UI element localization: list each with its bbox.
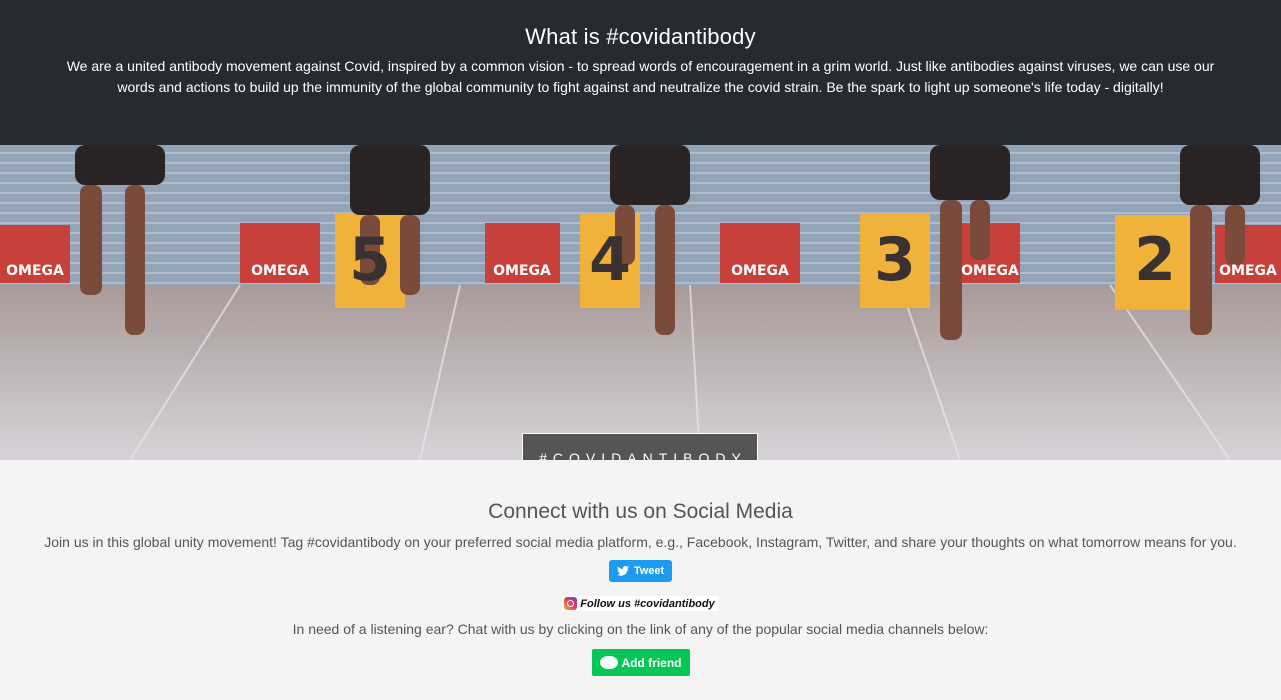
tweet-button[interactable]: Tweet xyxy=(608,560,673,582)
social-title: Connect with us on Social Media xyxy=(488,500,793,523)
chat-text: In need of a listening ear? Chat with us… xyxy=(292,621,989,637)
instagram-follow-label: Follow us #covidantibody xyxy=(580,597,715,610)
instagram-follow-link[interactable]: Follow us #covidantibody xyxy=(562,596,719,611)
hero-hashtag-badge: #COVIDANTIBODY xyxy=(522,433,758,460)
hero-image: 5 4 3 2 OMEGA OMEGA OMEGA OMEGA OMEGA OMEGA xyxy=(0,145,1281,460)
line-icon xyxy=(599,656,618,669)
social-section: Connect with us on Social Media Join us … xyxy=(0,460,1281,700)
intro-text: We are a united antibody movement agains… xyxy=(66,58,1215,95)
tweet-button-label: Tweet xyxy=(633,565,665,577)
sponsor-text: OMEGA xyxy=(6,263,64,279)
hero-banner: 5 4 3 2 OMEGA OMEGA OMEGA OMEGA OMEGA OMEGA #COVI… xyxy=(0,145,1281,460)
sponsor-text: OMEGA xyxy=(493,263,551,279)
intro-section: What is #covidantibody We are a united a… xyxy=(0,0,1281,145)
line-add-friend-button[interactable]: Add friend xyxy=(591,649,690,676)
social-text: Join us in this global unity movement! T… xyxy=(44,534,1237,550)
twitter-bird-icon xyxy=(616,566,629,576)
sponsor-text: OMEGA xyxy=(251,263,309,279)
lane-number-4: 4 xyxy=(589,225,631,295)
lane-number-5: 5 xyxy=(349,225,391,295)
sponsor-text: OMEGA xyxy=(731,263,789,279)
lane-number-2: 2 xyxy=(1134,225,1176,295)
intro-title: What is #covidantibody xyxy=(525,24,756,49)
instagram-icon xyxy=(564,597,578,610)
instagram-row: Follow us #covidantibody xyxy=(0,596,1281,611)
sponsor-text: OMEGA xyxy=(961,263,1019,279)
line-add-friend-label: Add friend xyxy=(621,655,682,670)
sponsor-text: OMEGA xyxy=(1219,263,1277,279)
lane-number-3: 3 xyxy=(874,225,916,295)
